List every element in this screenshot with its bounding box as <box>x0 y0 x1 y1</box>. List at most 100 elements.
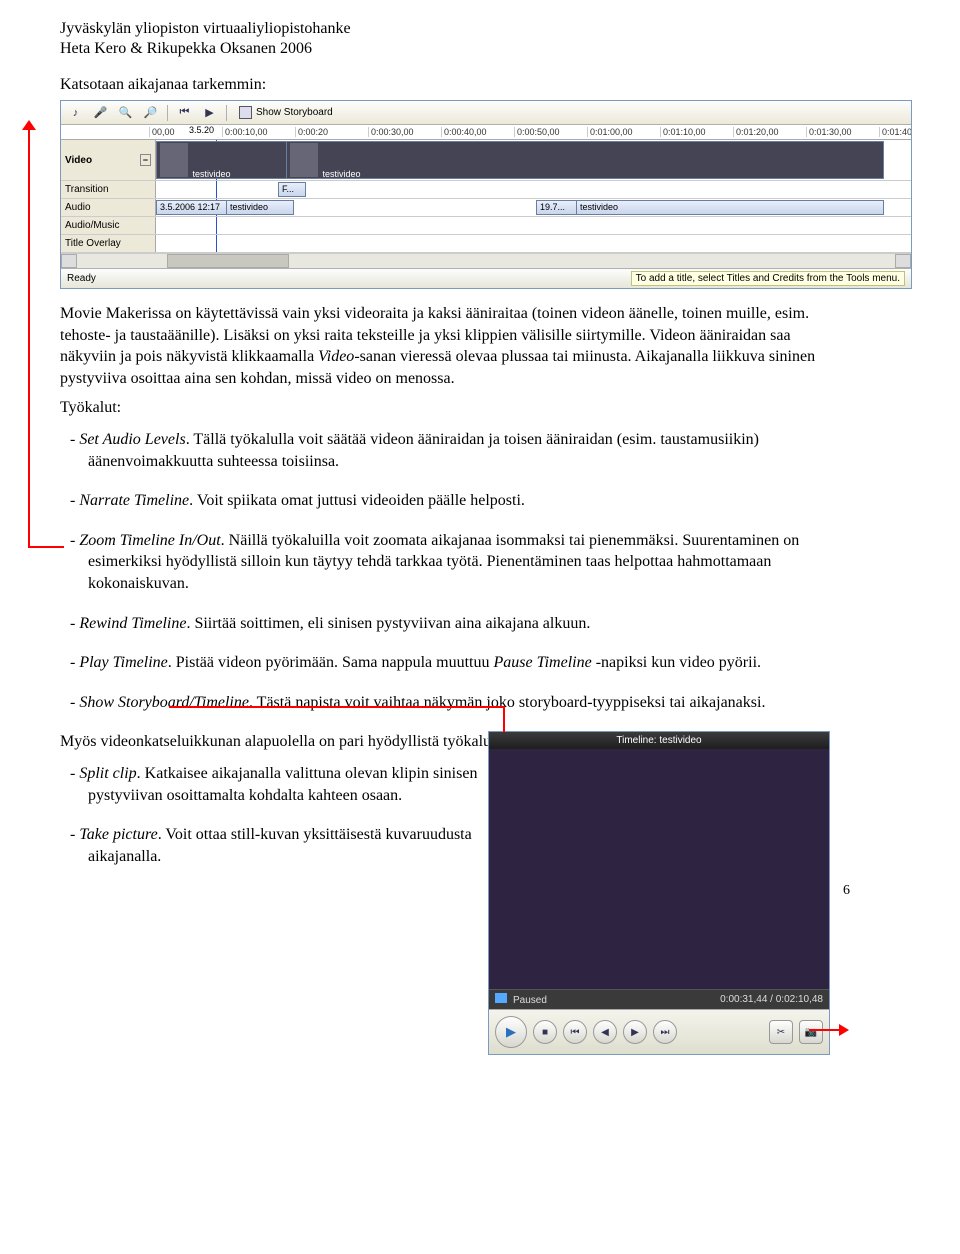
ruler-tick: 0:01:10,00 <box>660 127 733 137</box>
paragraph-1: Movie Makerissa on käytettävissä vain yk… <box>60 303 820 389</box>
audio-track-row: Audio 3.5.2006 12:17 testivideo 19.7... … <box>61 199 911 217</box>
player-time: 0:00:31,44 / 0:02:10,48 <box>720 994 823 1005</box>
ruler-tick: 0:01:40,00 <box>879 127 911 137</box>
header-line2: Heta Kero & Rikupekka Oksanen 2006 <box>60 40 820 58</box>
callout-arrow-right <box>839 1024 849 1036</box>
video-label-text: Video <box>65 155 92 166</box>
transition-track-label: Transition <box>61 181 156 198</box>
status-text: Ready <box>67 273 96 284</box>
tool-name: Zoom Timeline In/Out <box>79 532 220 549</box>
title-hint: To add a title, select Titles and Credit… <box>631 271 905 286</box>
player-screen <box>489 749 829 989</box>
audiomusic-track-row: Audio/Music <box>61 217 911 235</box>
video-clip[interactable]: testivideo <box>156 141 294 179</box>
playhead <box>216 235 217 252</box>
tool-item: Show Storyboard/Timeline. Tästä napista … <box>88 692 820 714</box>
player-title: Timeline: testivideo <box>489 732 829 749</box>
transition-track-row: Transition F... <box>61 181 911 199</box>
titleoverlay-track[interactable] <box>156 235 911 252</box>
playhead <box>216 181 217 198</box>
clip-thumbnail <box>290 143 318 177</box>
intro-line: Katsotaan aikajanaa tarkemmin: <box>60 76 820 94</box>
toolbar-separator <box>167 105 168 121</box>
callout-rule-horizontal <box>28 546 64 548</box>
callout-line-to-player <box>169 706 503 708</box>
tool-name: Set Audio Levels <box>79 431 185 448</box>
para1-text-b: Video <box>318 348 354 365</box>
bottom-tools-list: Split clip. Katkaisee aikajanalla valitt… <box>60 763 540 867</box>
audio-levels-icon[interactable]: ♪ <box>67 104 84 121</box>
audio-clip[interactable]: testivideo <box>226 200 294 215</box>
video-track[interactable]: testivideo testivideo <box>156 140 911 180</box>
player-controls: ▶ ■ ⏮ ◀ ▶ ⏭ ✂ 📷 <box>489 1009 829 1054</box>
tool-item: Narrate Timeline. Voit spiikata omat jut… <box>88 490 820 512</box>
timeline-screenshot: ♪ 🎤 🔍 🔎 ⏮ ▶ Show Storyboard 00,00 0:00:1… <box>60 100 912 289</box>
document-header: Jyväskylän yliopiston virtuaaliyliopisto… <box>60 20 820 58</box>
audio-clip[interactable]: 3.5.2006 12:17 <box>156 200 234 215</box>
tool-item: Take picture. Voit ottaa still-kuvan yks… <box>88 824 540 867</box>
step-fwd-button[interactable]: ▶ <box>623 1020 647 1044</box>
tool-desc: . Katkaisee aikajanalla valittuna olevan… <box>88 765 477 804</box>
titleoverlay-track-row: Title Overlay <box>61 235 911 253</box>
tool-desc: . Voit spiikata omat juttusi videoiden p… <box>189 492 525 509</box>
prev-button[interactable]: ⏮ <box>563 1020 587 1044</box>
audio-track[interactable]: 3.5.2006 12:17 testivideo 19.7... testiv… <box>156 199 911 216</box>
tool-item: Rewind Timeline. Siirtää soittimen, eli … <box>88 613 820 635</box>
ruler-tick: 0:01:00,00 <box>587 127 660 137</box>
play-icon[interactable]: ▶ <box>201 104 218 121</box>
audiomusic-track-label: Audio/Music <box>61 217 156 234</box>
bottom-section: Myös videonkatseluikkunan alapuolella on… <box>60 731 820 867</box>
tool-name: Rewind Timeline <box>79 615 186 632</box>
audiomusic-track[interactable] <box>156 217 911 234</box>
tool-name: Play Timeline <box>79 654 167 671</box>
show-storyboard-button[interactable]: Show Storyboard <box>235 105 337 120</box>
tool-item: Set Audio Levels. Tällä työkalulla voit … <box>88 429 820 472</box>
tool-desc: . Pistää videon pyörimään. Sama nappula … <box>168 654 494 671</box>
next-button[interactable]: ⏭ <box>653 1020 677 1044</box>
tool-name2: Pause Timeline <box>493 654 591 671</box>
page-number: 6 <box>843 883 850 899</box>
video-track-row: Video − testivideo testivideo <box>61 140 911 181</box>
ruler-tick: 0:00:40,00 <box>441 127 514 137</box>
transition-track[interactable]: F... <box>156 181 911 198</box>
bottom-text-column: Myös videonkatseluikkunan alapuolella on… <box>60 731 540 867</box>
stop-button[interactable]: ■ <box>533 1020 557 1044</box>
clip-label: testivideo <box>193 169 231 179</box>
scroll-right-icon[interactable] <box>895 254 911 268</box>
callout-rule-vertical <box>28 126 30 546</box>
tools-heading: Työkalut: <box>60 397 820 419</box>
toolbar-separator <box>226 105 227 121</box>
rewind-icon[interactable]: ⏮ <box>176 104 193 121</box>
zoom-out-icon[interactable]: 🔎 <box>142 104 159 121</box>
play-button[interactable]: ▶ <box>495 1016 527 1048</box>
titleoverlay-track-label: Title Overlay <box>61 235 156 252</box>
timeline-ruler[interactable]: 00,00 0:00:10,00 0:00:20 0:00:30,00 0:00… <box>61 125 911 140</box>
audio-clip[interactable]: testivideo <box>576 200 884 215</box>
scrollbar-thumb[interactable] <box>167 254 289 268</box>
collapse-toggle-icon[interactable]: − <box>140 154 151 166</box>
narrate-icon[interactable]: 🎤 <box>92 104 109 121</box>
playhead <box>216 217 217 234</box>
ruler-tick: 0:01:30,00 <box>806 127 879 137</box>
clip-label: testivideo <box>323 169 361 179</box>
tool-name: Narrate Timeline <box>79 492 189 509</box>
horizontal-scrollbar[interactable] <box>61 253 911 268</box>
ruler-tick: 0:00:50,00 <box>514 127 587 137</box>
ruler-tick: 0:01:20,00 <box>733 127 806 137</box>
scroll-left-icon[interactable] <box>61 254 77 268</box>
tools-list: Set Audio Levels. Tällä työkalulla voit … <box>60 429 820 713</box>
take-picture-button[interactable]: 📷 <box>799 1020 823 1044</box>
player-status-label: Paused <box>513 995 547 1006</box>
callout-line-to-player-v <box>503 706 505 732</box>
header-line1: Jyväskylän yliopiston virtuaaliyliopisto… <box>60 20 820 38</box>
step-back-button[interactable]: ◀ <box>593 1020 617 1044</box>
audio-track-label: Audio <box>61 199 156 216</box>
split-clip-button[interactable]: ✂ <box>769 1020 793 1044</box>
video-clip[interactable]: testivideo <box>286 141 884 179</box>
ruler-tick: 0:00:20 <box>295 127 368 137</box>
tool-item: Split clip. Katkaisee aikajanalla valitt… <box>88 763 540 806</box>
video-track-label: Video − <box>61 140 156 180</box>
ruler-tick: 0:00:10,00 <box>222 127 295 137</box>
zoom-in-icon[interactable]: 🔍 <box>117 104 134 121</box>
transition-clip[interactable]: F... <box>278 182 306 197</box>
